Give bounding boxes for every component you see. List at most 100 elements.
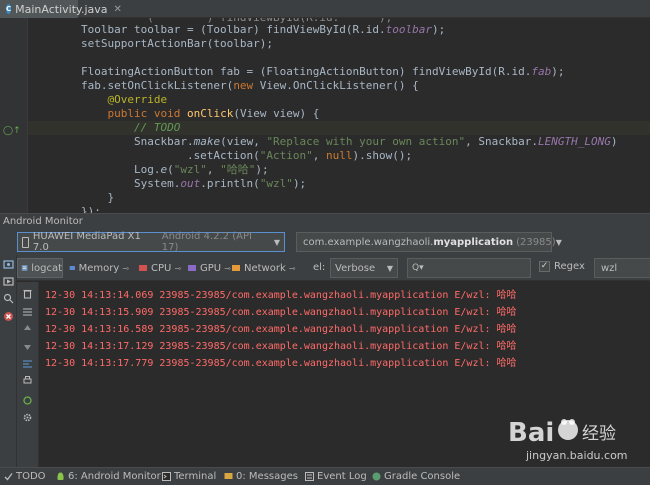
status-item-label: 0: Messages — [236, 471, 298, 482]
code-line: Snackbar.make(view, "Replace with your o… — [28, 135, 618, 148]
process-app-name: myapplication — [433, 236, 514, 248]
pin-icon[interactable]: ⊸ — [174, 264, 181, 273]
print-icon[interactable] — [22, 375, 33, 386]
code-line: Toolbar toolbar = (Toolbar) findViewById… — [28, 23, 446, 36]
filter-value: wzl — [601, 262, 618, 274]
code-line: System.out.println("wzl"); — [28, 177, 307, 190]
regex-toggle[interactable]: ✓ Regex — [539, 261, 585, 272]
log-line: 12-30 14:13:14.069 23985-23985/com.examp… — [45, 290, 517, 301]
scroll-to-end-icon[interactable] — [22, 307, 33, 318]
code-line: } — [28, 191, 115, 204]
log-level-value: Verbose — [335, 262, 376, 274]
memory-icon — [69, 266, 75, 270]
code-line: @Override — [107, 93, 168, 106]
process-pid: (23985) — [516, 236, 556, 248]
messages-tool-button[interactable]: 0: Messages — [224, 471, 298, 482]
tab-label: logcat — [31, 262, 62, 274]
filter-config-input[interactable]: wzl — [594, 258, 650, 278]
log-level-select[interactable]: Verbose ▼ — [330, 258, 398, 278]
baidu-watermark: Bai 经验 jingyan.baidu.com — [500, 413, 640, 465]
logcat-icon — [21, 265, 28, 271]
log-line: 12-30 14:13:17.779 23985-23985/com.examp… — [45, 358, 517, 369]
android-monitor-tool-button[interactable]: 6: Android Monitor — [56, 471, 161, 482]
device-name: HUAWEI MediaPad X1 7.0 — [32, 231, 141, 253]
process-select[interactable]: com.example.wangzhaoli. myapplication (23… — [296, 232, 562, 252]
chevron-down-icon: ▼ — [273, 237, 280, 247]
terminal-tool-button[interactable]: Terminal — [162, 471, 216, 482]
log-line: 12-30 14:13:17.129 23985-23985/com.examp… — [45, 341, 517, 352]
messages-icon — [224, 473, 233, 479]
tab-label: GPU — [200, 262, 222, 274]
gear-icon[interactable] — [22, 412, 33, 423]
code-line: setSupportActionBar(toolbar); — [28, 37, 274, 50]
restart-icon[interactable] — [22, 395, 33, 406]
cpu-icon — [139, 265, 147, 271]
system-info-icon[interactable] — [3, 293, 14, 304]
log-line: 12-30 14:13:16.589 23985-23985/com.examp… — [45, 324, 517, 335]
todo-icon — [4, 473, 13, 481]
tab-network[interactable]: Network ⊸ — [228, 258, 312, 278]
screen-record-icon[interactable] — [3, 276, 14, 287]
monitor-toolbar: logcat Memory ⊸ CPU ⊸ GPU ⊸ Network ⊸ el… — [17, 255, 650, 281]
event-log-tool-button[interactable]: Event Log — [305, 471, 367, 482]
override-gutter-icon[interactable]: ◯↑ — [3, 126, 21, 136]
code-line: }); — [28, 205, 101, 213]
code-line: FloatingActionButton fab = (FloatingActi… — [28, 65, 565, 78]
gpu-icon — [188, 265, 196, 271]
monitor-left-toolbar — [0, 255, 17, 467]
status-item-label: Event Log — [317, 471, 367, 482]
tab-logcat[interactable]: logcat — [17, 258, 63, 278]
editor-tab-mainactivity[interactable]: C MainActivity.java ✕ — [0, 0, 122, 18]
terminal-icon — [162, 472, 171, 481]
arrow-down-icon[interactable] — [22, 341, 33, 352]
code-line: fab.setOnClickListener(new View.OnClickL… — [28, 79, 419, 92]
tab-label: Network — [244, 262, 286, 274]
device-select[interactable]: HUAWEI MediaPad X1 7.0 Android 4.2.2 (AP… — [17, 231, 285, 253]
code-line: public void onClick(View view) { — [107, 107, 320, 120]
chevron-down-icon: ▼ — [555, 237, 562, 247]
arrow-up-icon[interactable] — [22, 323, 33, 334]
status-item-label: Gradle Console — [384, 471, 461, 482]
device-detail: Android 4.2.2 (API 17) — [161, 231, 252, 253]
logcat-side-toolbar — [17, 282, 39, 467]
phone-icon — [22, 236, 29, 248]
svg-text:Bai: Bai — [508, 418, 554, 448]
gradle-console-tool-button[interactable]: Gradle Console — [372, 471, 460, 482]
svg-text:经验: 经验 — [582, 424, 616, 444]
code-line: .setAction("Action", null).show(); — [28, 149, 413, 162]
code-editor[interactable]: ◯↑ ( ) findViewById(R.id. ); Toolbar too… — [0, 18, 650, 213]
clear-logcat-icon[interactable] — [22, 288, 33, 299]
status-item-label: 6: Android Monitor — [68, 471, 161, 482]
close-tab-icon[interactable]: ✕ — [114, 4, 122, 15]
soft-wrap-icon[interactable] — [22, 358, 33, 369]
status-item-label: TODO — [16, 471, 46, 482]
code-line: Log.e("wzl", "哈哈"); — [28, 163, 269, 176]
log-line: 12-30 14:13:15.909 23985-23985/com.examp… — [45, 307, 517, 318]
editor-tab-label: MainActivity.java — [15, 2, 108, 16]
log-search-input[interactable]: Q▾ — [407, 258, 531, 278]
status-item-label: Terminal — [174, 471, 217, 482]
watermark-url: jingyan.baidu.com — [526, 449, 628, 462]
pin-icon[interactable]: ⊸ — [289, 264, 296, 273]
chevron-down-icon: ▼ — [386, 263, 393, 273]
log-level-label: el: — [313, 262, 326, 273]
device-bar: HUAWEI MediaPad X1 7.0 Android 4.2.2 (AP… — [0, 230, 650, 255]
event-log-icon — [305, 472, 314, 481]
tab-label: Memory — [78, 262, 120, 274]
code-line-current: // TODO — [28, 121, 650, 135]
code-area[interactable]: ( ) findViewById(R.id. ); Toolbar toolba… — [28, 18, 650, 213]
todo-tool-button[interactable]: TODO — [4, 471, 46, 482]
tab-label: CPU — [151, 262, 172, 274]
regex-checkbox[interactable]: ✓ — [539, 261, 550, 272]
pin-icon[interactable]: ⊸ — [122, 264, 129, 273]
tab-memory[interactable]: Memory ⊸ — [66, 258, 129, 278]
terminate-app-icon[interactable] — [3, 311, 14, 322]
gradle-icon — [372, 472, 381, 481]
process-prefix: com.example.wangzhaoli. — [303, 236, 434, 248]
java-file-icon: C — [6, 4, 12, 14]
screen-capture-icon[interactable] — [3, 259, 14, 270]
regex-label: Regex — [554, 261, 585, 272]
android-icon — [57, 472, 64, 480]
search-icon: Q▾ — [412, 263, 424, 273]
editor-tab-bar: C MainActivity.java ✕ — [0, 0, 650, 18]
